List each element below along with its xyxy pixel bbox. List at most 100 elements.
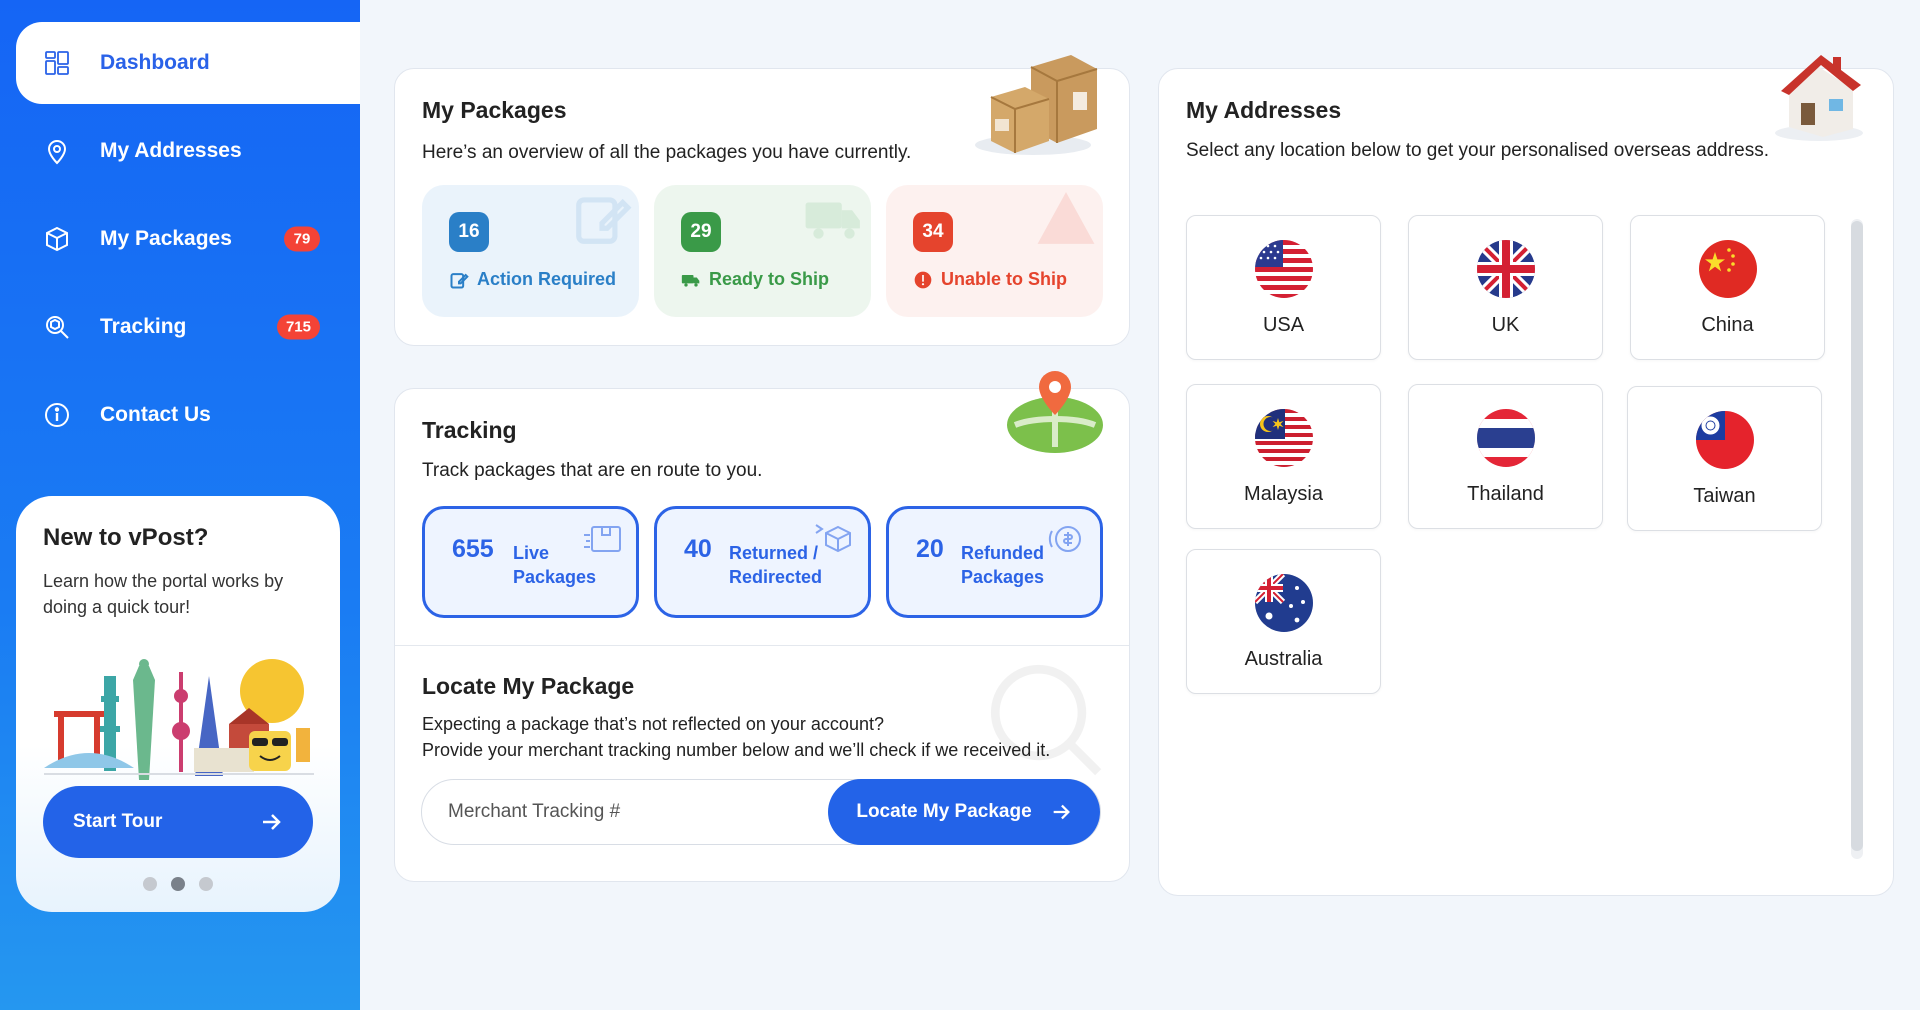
australia-flag-icon <box>1254 574 1313 632</box>
address-china[interactable]: China <box>1630 215 1825 360</box>
arrow-right-icon <box>1053 804 1070 820</box>
my-addresses-description: Select any location below to get your pe… <box>1186 140 1770 161</box>
map-pin-illustration <box>1007 371 1103 453</box>
ready-to-ship-label: Ready to Ship <box>681 269 829 290</box>
truck-icon <box>681 274 700 287</box>
refunded-packages-stat[interactable]: 20 Refunded Packages <box>886 506 1103 618</box>
locate-title: Locate My Package <box>422 673 635 699</box>
start-tour-label: Start Tour <box>73 811 163 832</box>
unable-to-ship-label: Unable to Ship <box>913 269 1067 290</box>
sidebar-item-label: Dashboard <box>100 51 210 74</box>
malaysia-flag-icon <box>1254 409 1313 467</box>
locate-button-label: Locate My Package <box>856 801 1032 822</box>
sidebar-item-my-packages[interactable]: My Packages 79 <box>16 198 360 280</box>
my-packages-card: My Packages Here’s an overview of all th… <box>394 55 1130 346</box>
tour-description: Learn how the portal works by doing a qu… <box>43 571 284 617</box>
edit-icon <box>450 272 469 288</box>
live-packages-label-line2: Packages <box>513 567 597 587</box>
sidebar-item-contact-us[interactable]: Contact Us <box>16 374 360 456</box>
carousel-dot-active[interactable] <box>171 877 185 891</box>
address-australia[interactable]: Australia <box>1186 549 1381 694</box>
unable-to-ship-text: Unable to Ship <box>941 269 1067 289</box>
tracking-count-badge: 715 <box>276 314 320 340</box>
address-uk[interactable]: UK <box>1408 215 1603 360</box>
sidebar-item-label: My Packages <box>100 227 232 250</box>
address-thailand[interactable]: Thailand <box>1408 384 1603 529</box>
location-name: UK <box>1491 314 1520 336</box>
alert-circle-icon <box>914 271 932 288</box>
action-required-stat[interactable]: 16 Action Required <box>422 185 639 317</box>
unable-to-ship-count: 34 <box>913 212 953 252</box>
carousel-dot[interactable] <box>199 877 213 891</box>
carousel-dots <box>16 877 340 891</box>
house-illustration <box>1775 55 1863 141</box>
locate-description-line2: Provide your merchant tracking number be… <box>422 740 1051 760</box>
info-icon <box>42 400 72 430</box>
usa-flag-icon <box>1254 240 1313 298</box>
edit-icon <box>576 197 632 244</box>
live-packages-label-line1: Live <box>513 543 550 563</box>
returned-label-line2: Redirected <box>729 567 823 587</box>
uk-flag-icon <box>1476 240 1535 298</box>
my-addresses-title: My Addresses <box>1186 97 1342 123</box>
truck-icon <box>805 202 860 239</box>
arrow-right-icon <box>263 814 281 830</box>
location-name: Taiwan <box>1693 485 1756 507</box>
return-box-icon <box>815 524 851 553</box>
packages-count-badge: 79 <box>284 226 320 252</box>
locate-my-package-button[interactable]: Locate My Package <box>828 779 1100 845</box>
sidebar-item-tracking[interactable]: Tracking 715 <box>16 286 360 368</box>
sidebar-item-dashboard[interactable]: Dashboard <box>16 22 360 104</box>
action-required-count: 16 <box>449 212 489 252</box>
refunded-packages-count: 20 <box>916 535 944 563</box>
thailand-flag-icon <box>1476 409 1535 467</box>
refunded-label-line1: Refunded <box>961 543 1044 563</box>
address-taiwan[interactable]: Taiwan <box>1627 386 1822 531</box>
location-name: Thailand <box>1467 483 1544 505</box>
sidebar-item-my-addresses[interactable]: My Addresses <box>16 110 360 192</box>
locate-description-line1: Expecting a package that’s not reflected… <box>422 714 884 734</box>
returned-redirected-count: 40 <box>684 535 712 563</box>
action-required-text: Action Required <box>477 269 617 289</box>
my-packages-title: My Packages <box>422 97 567 123</box>
location-name: USA <box>1262 314 1305 336</box>
addresses-scrollbar[interactable] <box>1851 219 1863 859</box>
merchant-tracking-input[interactable] <box>448 780 828 844</box>
ready-to-ship-text: Ready to Ship <box>709 269 830 289</box>
ready-to-ship-count: 29 <box>681 212 721 252</box>
carousel-dot[interactable] <box>143 877 157 891</box>
warning-icon <box>1037 192 1095 244</box>
sidebar-item-label: Tracking <box>100 315 187 338</box>
location-name: Malaysia <box>1244 483 1323 505</box>
package-list-icon <box>584 526 621 552</box>
unable-to-ship-stat[interactable]: 34 Unable to Ship <box>886 185 1103 317</box>
location-name: China <box>1701 314 1754 336</box>
divider <box>395 645 1129 646</box>
address-usa[interactable]: USA <box>1186 215 1381 360</box>
address-malaysia[interactable]: Malaysia <box>1186 384 1381 529</box>
china-flag-icon <box>1698 240 1757 298</box>
live-packages-stat[interactable]: 655 Live Packages <box>422 506 639 618</box>
returned-redirected-stat[interactable]: 40 Returned / Redirected <box>654 506 871 618</box>
tracking-title: Tracking <box>422 417 517 443</box>
returned-label-line1: Returned / <box>729 543 819 563</box>
sidebar: Dashboard My Addresses My Packages 79 Tr… <box>0 0 360 1010</box>
taiwan-flag-icon <box>1695 411 1754 469</box>
ready-to-ship-stat[interactable]: 29 Ready to Ship <box>654 185 871 317</box>
scrollbar-thumb[interactable] <box>1851 221 1863 851</box>
dashboard-icon <box>42 48 72 78</box>
refunded-packages-label: Refunded Packages <box>961 541 1044 589</box>
action-required-label: Action Required <box>449 269 616 290</box>
boxes-illustration <box>975 55 1098 155</box>
location-pin-icon <box>42 136 72 166</box>
package-icon <box>42 224 72 254</box>
my-packages-description: Here’s an overview of all the packages y… <box>422 142 912 163</box>
start-tour-button[interactable]: Start Tour <box>43 786 313 858</box>
location-name: Australia <box>1244 648 1323 670</box>
refunded-label-line2: Packages <box>961 567 1045 587</box>
locate-search-bar: Locate My Package <box>421 779 1101 845</box>
sidebar-item-label: My Addresses <box>100 139 242 162</box>
my-addresses-card: My Addresses Select any location below t… <box>1158 55 1894 896</box>
sidebar-item-label: Contact Us <box>100 403 211 426</box>
tracking-description: Track packages that are en route to you. <box>422 460 763 481</box>
